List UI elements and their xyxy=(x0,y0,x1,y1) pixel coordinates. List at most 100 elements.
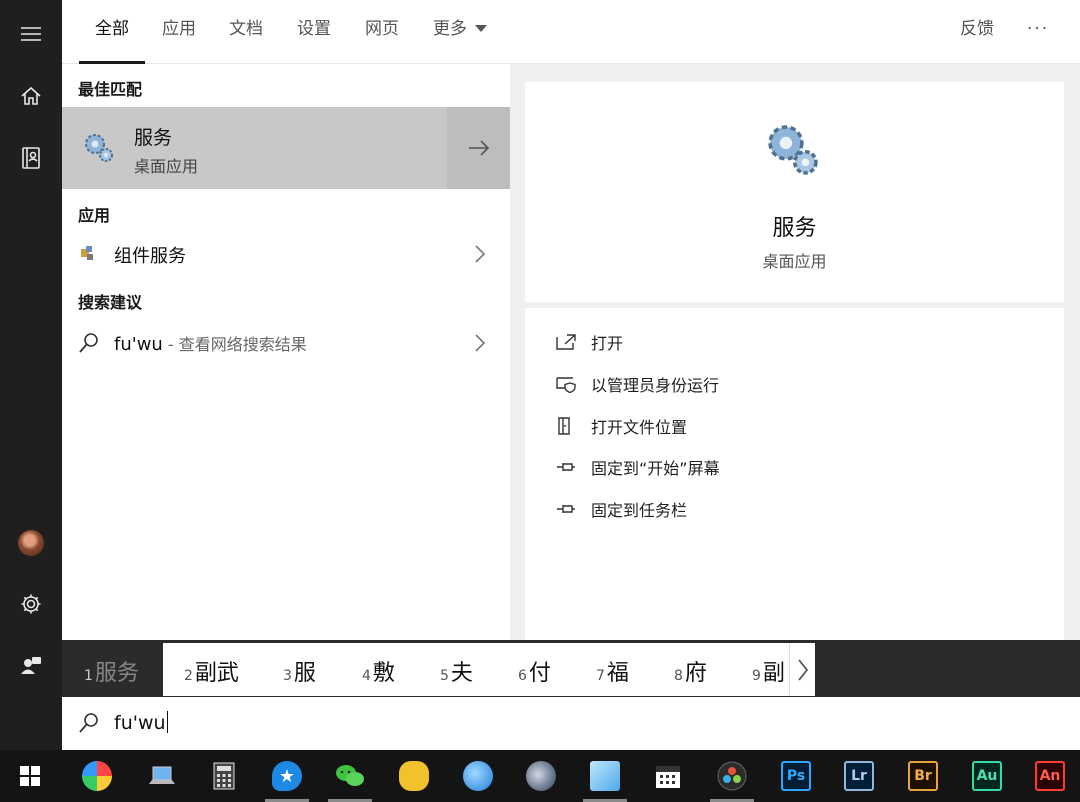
apps-heading: 应用 xyxy=(78,206,111,225)
action-pin-to-taskbar-label: 固定到任务栏 xyxy=(591,501,688,520)
hamburger-icon xyxy=(21,27,41,41)
ime-candidate[interactable]: 4敷 xyxy=(362,655,395,687)
detail-header-card: 服务 桌面应用 xyxy=(525,82,1064,302)
davinci-app[interactable] xyxy=(715,759,749,793)
mascot-app[interactable] xyxy=(397,759,431,793)
best-match-subtitle: 桌面应用 xyxy=(134,157,199,176)
steam-icon xyxy=(526,761,556,791)
best-match-open[interactable]: 服务 桌面应用 xyxy=(62,107,445,189)
action-pin-to-start[interactable]: 固定到“开始”屏幕 xyxy=(555,452,720,482)
ime-next-page-button[interactable] xyxy=(789,643,815,696)
action-run-as-admin-label: 以管理员身份运行 xyxy=(591,376,720,395)
detail-subtitle: 桌面应用 xyxy=(762,252,827,271)
arrow-right-icon xyxy=(468,140,489,156)
settings-button[interactable] xyxy=(0,578,62,630)
ime-candidate[interactable]: 8府 xyxy=(674,655,707,687)
feedback-hub-button[interactable] xyxy=(0,640,62,692)
calendar-app[interactable] xyxy=(651,759,685,793)
best-match-heading: 最佳匹配 xyxy=(78,80,143,99)
computer-app[interactable] xyxy=(145,759,179,793)
browser-app[interactable] xyxy=(80,759,114,793)
ime-candidate-text: 夫 xyxy=(450,661,473,686)
action-open[interactable]: 打开 xyxy=(555,327,623,357)
detail-actions-card: 打开 以管理员身份运行 打开文件位置 固定到“开始”屏幕 固定到任务栏 xyxy=(525,308,1064,640)
ime-candidate[interactable]: 6付 xyxy=(518,655,551,687)
expand-details-button[interactable] xyxy=(447,107,510,189)
lightroom-app[interactable]: Lr xyxy=(842,759,876,793)
browser-icon xyxy=(82,761,112,791)
ime-candidate-number: 5 xyxy=(440,668,449,684)
search-input[interactable]: fu'wu xyxy=(114,711,168,734)
home-icon xyxy=(21,86,41,105)
left-rail xyxy=(0,0,62,750)
audition-app[interactable]: Au xyxy=(970,759,1004,793)
audition-icon: Au xyxy=(972,761,1002,791)
start-button[interactable] xyxy=(13,759,47,793)
tab-apps[interactable]: 应用 xyxy=(162,0,196,64)
best-match-item[interactable]: 服务 桌面应用 xyxy=(62,107,510,189)
bridge-icon: Br xyxy=(908,761,938,791)
ime-candidate-text: 敷 xyxy=(372,661,395,686)
ime-candidate-number: 7 xyxy=(596,668,605,684)
ime-candidate[interactable]: 9副 xyxy=(752,655,785,687)
search-box[interactable]: fu'wu xyxy=(62,697,1080,750)
hamburger-menu-button[interactable] xyxy=(0,8,62,60)
calculator-icon xyxy=(213,762,235,790)
davinci-icon xyxy=(717,761,747,791)
steam-app[interactable] xyxy=(524,759,558,793)
gear-icon xyxy=(21,594,41,614)
ime-candidate[interactable]: 5夫 xyxy=(440,655,473,687)
bird-app[interactable] xyxy=(461,759,495,793)
tab-all[interactable]: 全部 xyxy=(79,0,145,64)
file-location-icon xyxy=(558,417,570,435)
chevron-right-icon xyxy=(475,245,486,263)
more-options-button[interactable]: ··· xyxy=(1027,0,1049,64)
wechat-app[interactable] xyxy=(333,759,367,793)
ime-candidate-number: 2 xyxy=(184,668,193,684)
best-match-title: 服务 xyxy=(134,127,173,149)
chevron-down-icon xyxy=(475,25,487,32)
tab-more-label: 更多 xyxy=(433,19,467,39)
animate-app[interactable]: An xyxy=(1033,759,1067,793)
tab-web[interactable]: 网页 xyxy=(365,0,399,64)
ime-candidate-number: 9 xyxy=(752,668,761,684)
bridge-app[interactable]: Br xyxy=(906,759,940,793)
component-services-icon xyxy=(81,246,93,260)
search-input-value: fu'wu xyxy=(114,712,166,734)
app-result-item[interactable]: 组件服务 xyxy=(62,232,510,276)
ime-candidate-number: 6 xyxy=(518,668,527,684)
search-scope-tabs: 全部 应用 文档 设置 网页 更多 反馈 ··· xyxy=(62,0,1080,64)
tab-more[interactable]: 更多 xyxy=(433,0,487,64)
user-account-button[interactable] xyxy=(0,517,62,569)
documents-button[interactable] xyxy=(0,132,62,184)
ime-candidate-number: 1 xyxy=(84,668,93,684)
chevron-right-icon xyxy=(475,334,486,352)
home-button[interactable] xyxy=(0,70,62,122)
ime-candidate-list: 2副武 3服 4敷 5夫 6付 7福 8府 9副 xyxy=(163,643,813,696)
ime-candidate[interactable]: 2副武 xyxy=(184,655,239,687)
photoshop-app[interactable]: Ps xyxy=(779,759,813,793)
ime-candidate[interactable]: 7福 xyxy=(596,655,629,687)
bird-icon xyxy=(463,761,493,791)
anime-app[interactable] xyxy=(588,759,622,793)
feedback-link[interactable]: 反馈 xyxy=(960,0,994,64)
action-pin-to-taskbar[interactable]: 固定到任务栏 xyxy=(555,494,687,524)
taskbar: ★ Ps Lr Br Au An xyxy=(0,750,1080,802)
web-suggestion-item[interactable]: fu'wu - 查看网络搜索结果 xyxy=(62,321,510,365)
avatar xyxy=(18,530,44,556)
ime-candidate-selected[interactable]: 1服务 xyxy=(62,643,162,696)
star-app[interactable]: ★ xyxy=(270,759,304,793)
action-open-file-location[interactable]: 打开文件位置 xyxy=(555,411,687,441)
notebook-icon xyxy=(22,147,40,169)
mascot-icon xyxy=(399,761,429,791)
tab-documents[interactable]: 文档 xyxy=(229,0,263,64)
calculator-app[interactable] xyxy=(207,759,241,793)
ime-candidate-text: 府 xyxy=(684,661,707,686)
action-run-as-admin[interactable]: 以管理员身份运行 xyxy=(555,369,719,399)
anime-icon xyxy=(590,761,620,791)
pin-icon xyxy=(557,505,575,513)
ime-candidate-text: 付 xyxy=(528,661,551,686)
action-open-label: 打开 xyxy=(591,334,624,353)
ime-candidate[interactable]: 3服 xyxy=(283,655,316,687)
tab-settings[interactable]: 设置 xyxy=(297,0,331,64)
